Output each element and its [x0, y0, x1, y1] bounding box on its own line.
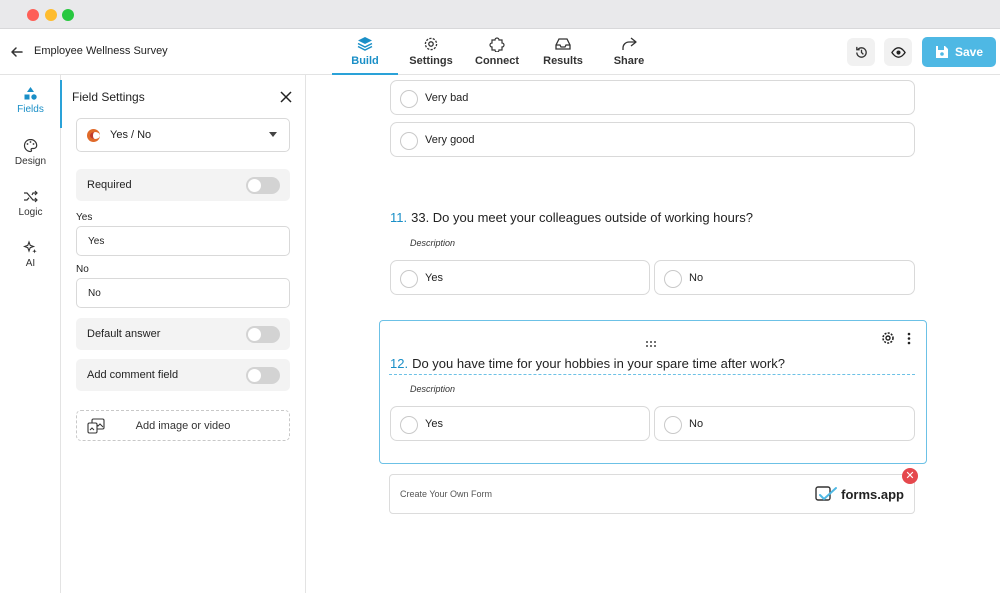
nav-label: Fields — [17, 104, 44, 115]
gear-icon — [424, 37, 438, 51]
required-toggle[interactable] — [246, 177, 280, 194]
maximize-window-button[interactable] — [62, 9, 74, 21]
question-text: 33. Do you meet your colleagues outside … — [411, 210, 753, 225]
remove-branding-button[interactable]: ✕ — [902, 468, 918, 484]
floppy-disk-icon — [935, 46, 948, 58]
caret-down-icon — [269, 132, 277, 137]
nav-fields[interactable]: Fields — [0, 80, 62, 128]
required-label: Required — [87, 179, 132, 191]
option-label: Yes — [425, 417, 443, 430]
eye-icon — [890, 46, 906, 58]
tab-label: Build — [351, 55, 379, 67]
option-label: Yes — [425, 271, 443, 284]
shapes-icon — [24, 87, 37, 100]
top-bar: Employee Wellness Survey Build Settings … — [0, 29, 1000, 75]
field-settings-panel: Field Settings Yes / No Required Yes Yes… — [62, 75, 306, 593]
option-label: Very good — [425, 133, 475, 146]
tab-label: Connect — [475, 55, 519, 67]
option-yes[interactable]: Yes — [390, 260, 650, 295]
option-yes[interactable]: Yes — [390, 406, 650, 441]
history-icon — [855, 46, 867, 58]
branding-footer[interactable]: Create Your Own Form forms.app — [389, 474, 915, 514]
tab-share[interactable]: Share — [596, 29, 662, 75]
question-description[interactable]: Description — [410, 384, 455, 394]
question-number: 11. — [390, 210, 408, 225]
question-title[interactable]: 11. 33. Do you meet your colleagues outsi… — [390, 210, 753, 225]
share-arrow-icon — [622, 37, 637, 50]
inbox-icon — [555, 38, 571, 50]
title-underline — [389, 374, 915, 375]
save-button[interactable]: Save — [922, 37, 996, 67]
default-answer-label: Default answer — [87, 328, 161, 340]
add-media-label: Add image or video — [135, 419, 231, 432]
default-answer-row: Default answer — [76, 318, 290, 350]
nav-label: AI — [25, 258, 36, 269]
tab-label: Settings — [409, 55, 453, 67]
tab-results[interactable]: Results — [530, 29, 596, 75]
left-nav: Fields Design Logic AI — [0, 75, 62, 593]
forms-app-logo: forms.app — [815, 485, 904, 503]
required-row: Required — [76, 169, 290, 201]
question-title[interactable]: 12. Do you have time for your hobbies in … — [390, 356, 785, 371]
yes-input[interactable]: Yes — [76, 226, 290, 256]
main-tabs: Build Settings Connect Results Share — [332, 29, 662, 75]
option-label: No — [689, 271, 704, 284]
add-media-button[interactable]: Add image or video — [76, 410, 290, 441]
close-window-button[interactable] — [27, 9, 39, 21]
form-canvas: Very bad Very good 11. 33. Do you meet yo… — [307, 75, 1000, 593]
more-options-icon[interactable] — [907, 332, 911, 345]
option-label: Very bad — [425, 91, 469, 104]
tab-build[interactable]: Build — [332, 29, 398, 75]
no-input[interactable]: No — [76, 278, 290, 308]
option-no[interactable]: No — [654, 406, 915, 441]
form-title[interactable]: Employee Wellness Survey — [34, 45, 168, 57]
puzzle-icon — [489, 37, 505, 52]
close-icon[interactable] — [280, 91, 292, 103]
window-titlebar — [0, 0, 1000, 29]
history-button[interactable] — [847, 38, 875, 66]
tab-label: Results — [543, 55, 583, 67]
tab-settings[interactable]: Settings — [398, 29, 464, 75]
tab-connect[interactable]: Connect — [464, 29, 530, 75]
tab-label: Share — [613, 55, 645, 67]
sparkles-icon — [23, 240, 37, 254]
option-label: No — [689, 417, 704, 430]
comment-field-row: Add comment field — [76, 359, 290, 391]
palette-icon — [23, 138, 38, 153]
shuffle-icon — [24, 190, 38, 203]
panel-title: Field Settings — [72, 90, 145, 104]
nav-label: Logic — [18, 207, 43, 218]
layers-icon — [357, 37, 373, 51]
field-type-select[interactable]: Yes / No — [76, 118, 290, 152]
nav-label: Design — [14, 156, 47, 167]
default-answer-toggle[interactable] — [246, 326, 280, 343]
image-video-icon — [87, 418, 105, 434]
forms-app-logo-icon — [815, 486, 838, 501]
comment-field-toggle[interactable] — [246, 367, 280, 384]
nav-logic[interactable]: Logic — [0, 183, 61, 229]
yes-no-icon — [87, 128, 100, 142]
option-very-good[interactable]: Very good — [390, 122, 915, 157]
branding-cta: Create Your Own Form — [400, 489, 493, 499]
option-no[interactable]: No — [654, 260, 915, 295]
back-arrow-icon[interactable] — [8, 43, 26, 61]
nav-ai[interactable]: AI — [0, 234, 61, 280]
gear-icon[interactable] — [881, 331, 895, 345]
no-label: No — [76, 264, 89, 275]
field-type-value: Yes / No — [110, 129, 152, 141]
minimize-window-button[interactable] — [45, 9, 57, 21]
nav-design[interactable]: Design — [0, 132, 61, 178]
option-very-bad[interactable]: Very bad — [390, 80, 915, 115]
question-number: 12. — [390, 356, 409, 371]
drag-handle-icon[interactable] — [645, 340, 657, 348]
yes-label: Yes — [76, 212, 93, 223]
question-description[interactable]: Description — [410, 238, 455, 248]
comment-field-label: Add comment field — [87, 369, 179, 381]
save-label: Save — [954, 45, 984, 59]
question-text: Do you have time for your hobbies in you… — [412, 356, 785, 371]
preview-button[interactable] — [884, 38, 912, 66]
forms-app-logo-text: forms.app — [841, 486, 904, 502]
